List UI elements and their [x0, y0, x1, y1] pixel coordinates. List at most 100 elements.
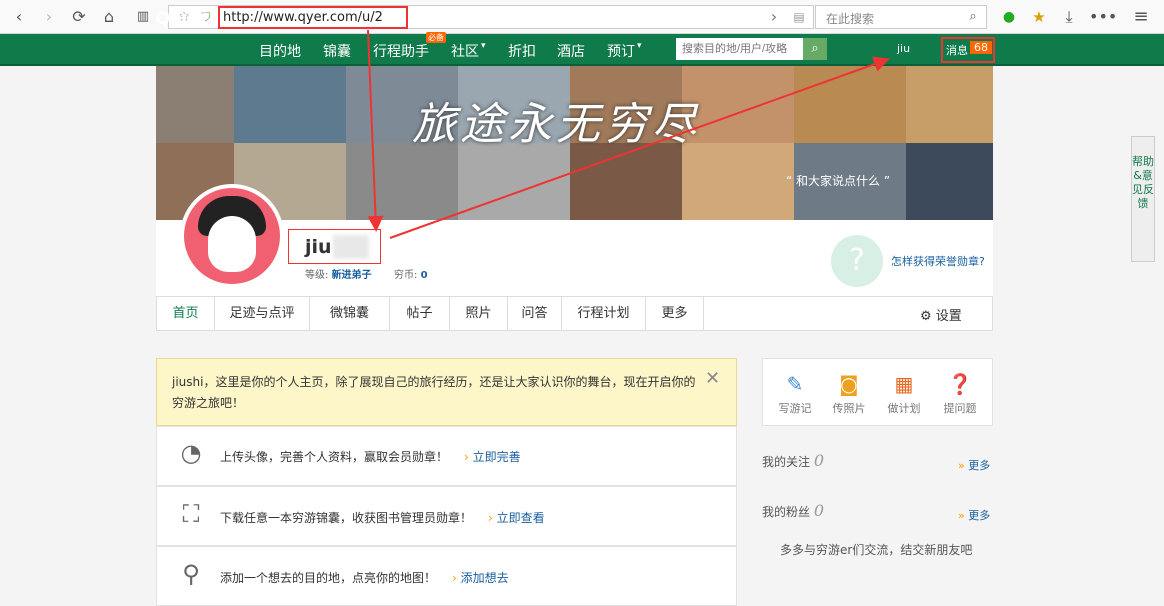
banner-tile — [906, 143, 993, 220]
tab-more[interactable]: 更多 — [646, 297, 704, 331]
nav-booking[interactable]: 预订 — [607, 41, 635, 61]
banner-tile — [346, 143, 458, 220]
task-link-label[interactable]: 立即查看 — [497, 511, 545, 525]
page-icon[interactable]: ▤ — [788, 7, 810, 27]
camera-icon: ◙ — [839, 372, 859, 396]
tab-photos[interactable]: 照片 — [450, 297, 508, 331]
calendar-icon: ▦ — [894, 372, 914, 396]
settings-button[interactable]: ⚙ 设置 — [920, 305, 962, 324]
task-link[interactable]: › 立即完善 — [464, 448, 521, 465]
task-text: 上传头像，完善个人资料，赢取会员勋章！ — [220, 450, 449, 464]
fans-note: 多多与穷游er们交流，结交新朋友吧 — [780, 543, 973, 557]
annotation-box-messages — [941, 37, 995, 63]
banner-tile — [570, 143, 682, 220]
reader-icon[interactable]: ▥ — [132, 7, 154, 27]
banner-tile — [794, 66, 906, 143]
task-link[interactable]: › 立即查看 — [488, 509, 545, 526]
fans-stat: 我的粉丝 0 — [762, 501, 824, 520]
download-icon[interactable]: ⤓ — [1058, 7, 1080, 27]
gear-icon: ⚙ — [920, 309, 932, 324]
site-logo[interactable]: Q穷游 — [155, 4, 206, 30]
forward-icon[interactable]: › — [38, 7, 60, 27]
banner-tile — [458, 143, 570, 220]
reload-icon[interactable]: ⟳ — [68, 7, 90, 27]
coins-value[interactable]: 0 — [421, 270, 428, 281]
banner-quote[interactable]: “ 和大家说点什么 ” — [786, 172, 890, 189]
hamburger-menu-icon[interactable]: ≡ — [1130, 7, 1152, 27]
task-link[interactable]: › 添加想去 — [452, 569, 509, 586]
nav-guides[interactable]: 锦囊 — [323, 41, 351, 61]
nav-itinerary-helper[interactable]: 行程助手 — [373, 41, 429, 61]
quick-action-label: 提问题 — [943, 402, 977, 415]
profile-banner[interactable]: 旅途永无穷尽 “ 和大家说点什么 ” — [156, 66, 993, 220]
settings-label: 设置 — [935, 309, 962, 324]
banner-tile — [234, 66, 346, 143]
search-icon[interactable]: ⌕ — [962, 7, 984, 27]
site-search-button[interactable]: ⌕ — [803, 38, 827, 60]
welcome-tip-text: jiushi，这里是你的个人主页，除了展现自己的旅行经历，还是让大家认识你的舞台… — [172, 375, 696, 410]
double-chevron-icon: » — [958, 509, 965, 522]
badge-question-icon: ? — [831, 235, 883, 287]
community-dropdown-icon[interactable]: ▾ — [481, 41, 486, 51]
header-username[interactable]: jiu — [897, 42, 910, 55]
map-pin-icon: ⚲ — [182, 560, 200, 588]
quick-action-label: 写游记 — [778, 402, 812, 415]
nav-destinations[interactable]: 目的地 — [259, 41, 301, 61]
chevron-right-icon[interactable]: › — [763, 7, 785, 27]
upload-photo-button[interactable]: ◙ 传照片 — [831, 372, 867, 416]
annotation-box-url — [218, 6, 408, 29]
ask-question-button[interactable]: ❓ 提问题 — [942, 372, 978, 416]
coins-label: 穷币: — [394, 270, 418, 281]
site-search-input[interactable] — [676, 38, 803, 60]
tab-home[interactable]: 首页 — [157, 297, 215, 331]
make-plan-button[interactable]: ▦ 做计划 — [886, 372, 922, 416]
avatar-face — [208, 216, 256, 272]
task-text: 添加一个想去的目的地，点亮你的地图！ — [220, 571, 437, 585]
wechat-icon[interactable]: ● — [998, 7, 1020, 27]
level-label: 等级: — [305, 270, 329, 281]
tab-qa[interactable]: 问答 — [508, 297, 562, 331]
tab-posts[interactable]: 帖子 — [390, 297, 450, 331]
tab-footprints[interactable]: 足迹与点评 — [215, 297, 310, 331]
tab-plans[interactable]: 行程计划 — [562, 297, 646, 331]
following-label: 我的关注 — [762, 455, 811, 469]
banner-tile — [906, 66, 993, 143]
avatar[interactable] — [180, 184, 284, 288]
favorites-star-icon[interactable]: ★ — [1028, 7, 1050, 27]
browser-search-placeholder: 在此搜索 — [826, 12, 875, 26]
banner-title: 旅途永无穷尽 — [412, 99, 700, 150]
booking-dropdown-icon[interactable]: ▾ — [637, 41, 642, 51]
must-have-badge: 必备 — [426, 32, 446, 43]
help-feedback-tab[interactable]: 帮助&意见反馈 — [1131, 136, 1155, 262]
quick-action-label: 传照片 — [832, 402, 866, 415]
fans-more-link[interactable]: » 更多 — [958, 507, 990, 523]
home-icon[interactable]: ⌂ — [98, 7, 120, 27]
level-info: 等级: 新进弟子 — [305, 266, 372, 281]
banner-tile — [682, 143, 794, 220]
level-value[interactable]: 新进弟子 — [332, 270, 372, 281]
annotation-box-username — [288, 229, 381, 264]
task-link-label[interactable]: 添加想去 — [461, 571, 509, 585]
profile-tabs: 首页 足迹与点评 微锦囊 帖子 照片 问答 行程计划 更多 — [156, 296, 993, 331]
back-icon[interactable]: ‹ — [8, 7, 30, 27]
more-label: 更多 — [968, 459, 991, 472]
fans-count[interactable]: 0 — [814, 501, 824, 520]
close-icon[interactable]: ✕ — [705, 368, 720, 389]
nav-discounts[interactable]: 折扣 — [508, 41, 536, 61]
following-count[interactable]: 0 — [814, 451, 824, 470]
overflow-menu-icon[interactable]: ••• — [1089, 7, 1117, 27]
task-text: 下载任意一本穷游锦囊，收获图书管理员勋章！ — [220, 511, 473, 525]
following-more-link[interactable]: » 更多 — [958, 457, 990, 473]
task-link-label[interactable]: 立即完善 — [473, 450, 521, 464]
tab-mini-guides[interactable]: 微锦囊 — [310, 297, 390, 331]
coins-info: 穷币: 0 — [394, 266, 428, 281]
write-travelogue-button[interactable]: ✎ 写游记 — [777, 372, 813, 416]
following-stat: 我的关注 0 — [762, 451, 824, 470]
edit-icon: ✎ — [786, 372, 804, 396]
map-download-icon: ⛶ — [182, 500, 200, 528]
quick-action-label: 做计划 — [887, 402, 921, 415]
fans-label: 我的粉丝 — [762, 505, 811, 519]
badge-help-link[interactable]: 怎样获得荣誉勋章? — [891, 253, 985, 269]
nav-hotels[interactable]: 酒店 — [557, 41, 585, 61]
nav-community[interactable]: 社区 — [451, 41, 479, 61]
